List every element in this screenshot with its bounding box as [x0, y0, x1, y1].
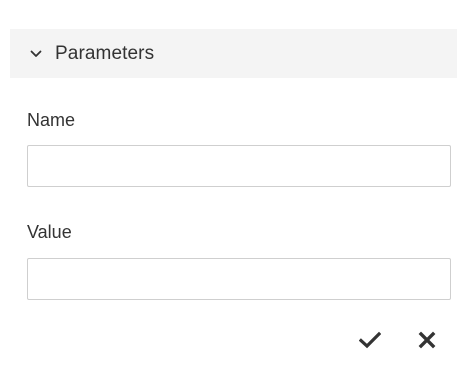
value-field[interactable]	[27, 258, 451, 300]
chevron-down-icon	[29, 47, 43, 61]
value-field-label: Value	[27, 222, 72, 242]
checkmark-icon	[358, 331, 382, 354]
section-title: Parameters	[55, 42, 155, 64]
close-icon	[418, 331, 436, 354]
name-field[interactable]	[27, 145, 451, 187]
cancel-button[interactable]	[411, 326, 443, 358]
parameters-panel: Parameters Name Value	[0, 0, 457, 372]
confirm-button[interactable]	[354, 326, 386, 358]
name-field-label: Name	[27, 110, 76, 130]
parameters-section-header[interactable]: Parameters	[10, 29, 457, 78]
